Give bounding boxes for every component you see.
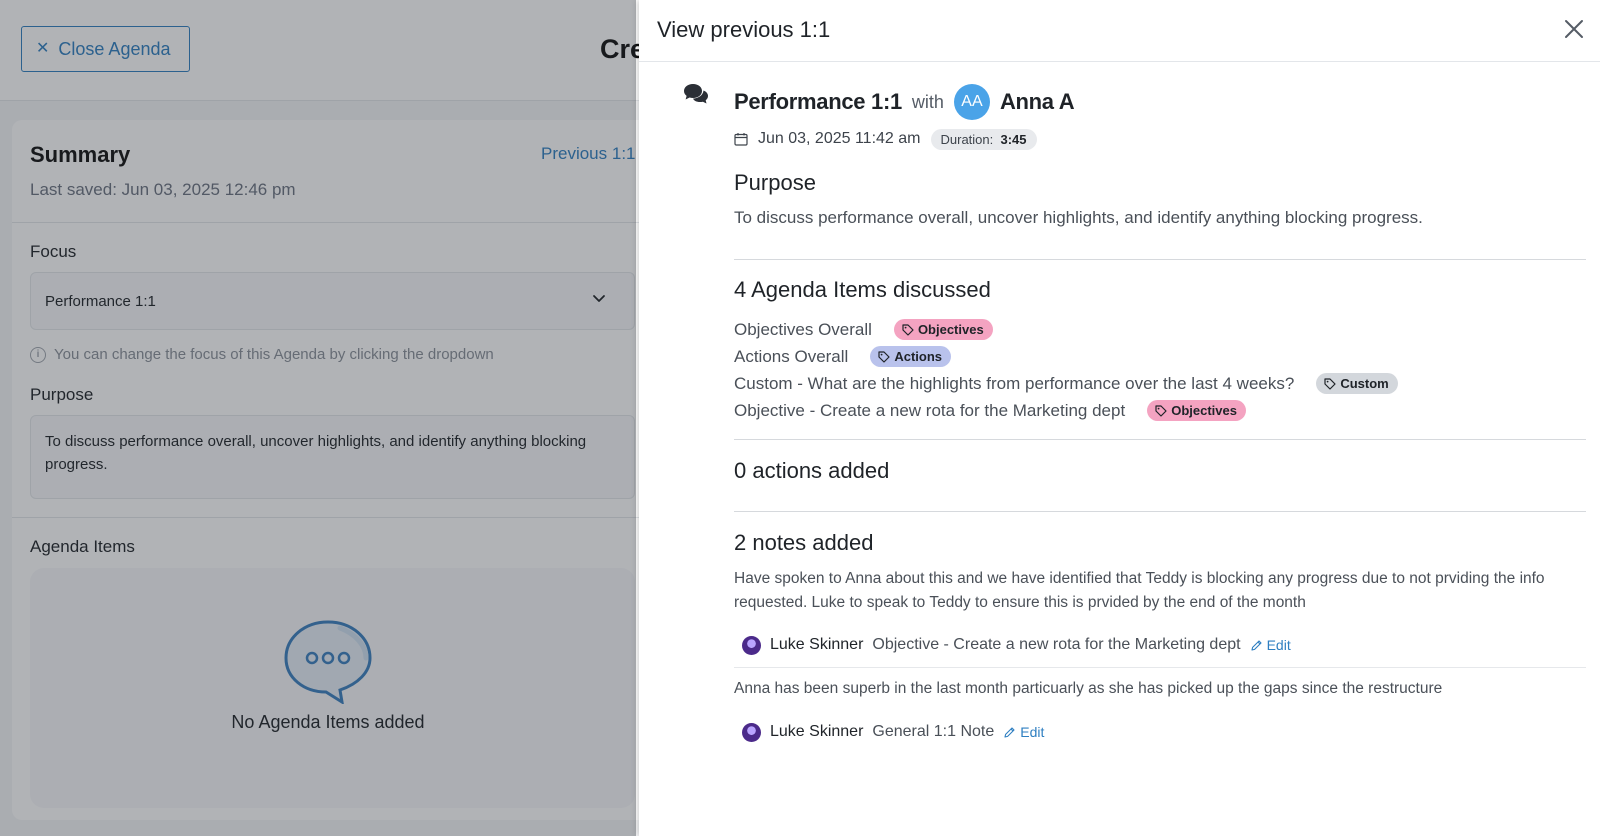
purpose-heading: Purpose	[734, 170, 816, 195]
duration-label: Duration:	[940, 131, 994, 147]
pencil-icon	[1004, 726, 1015, 738]
note-author: Luke Skinner	[770, 636, 864, 653]
pencil-icon	[1251, 639, 1262, 651]
note-author: Luke Skinner	[770, 723, 864, 740]
tag-badge: Objectives	[1147, 400, 1246, 421]
meeting-date: Jun 03, 2025 11:42 am	[758, 130, 921, 147]
agenda-item: Actions Overall Actions	[734, 343, 1398, 370]
note-context: Objective - Create a new rota for the Ma…	[872, 636, 1241, 653]
divider	[734, 511, 1586, 512]
tag-icon	[902, 323, 914, 336]
comments-icon	[684, 84, 708, 104]
edit-note-button[interactable]: Edit	[1250, 637, 1291, 653]
tag-label: Objectives	[1171, 403, 1237, 418]
close-icon[interactable]	[1563, 18, 1585, 40]
attendee-name: Anna A	[999, 89, 1075, 114]
agenda-item: Objectives Overall Objectives	[734, 316, 1398, 343]
tag-badge: Actions	[870, 346, 951, 367]
divider	[734, 259, 1586, 260]
agenda-item: Custom - What are the highlights from pe…	[734, 370, 1398, 397]
edit-note-button[interactable]: Edit	[1003, 724, 1044, 740]
tag-icon	[1324, 377, 1336, 390]
with-label: with	[911, 91, 944, 112]
meeting-name: Performance 1:1	[734, 89, 902, 114]
agenda-item-label: Custom - What are the highlights from pe…	[734, 373, 1295, 393]
edit-label: Edit	[1020, 724, 1045, 740]
panel-header: View previous 1:1	[639, 0, 1600, 62]
duration-badge: Duration: 3:45	[930, 128, 1037, 150]
note-text: Have spoken to Anna about this and we ha…	[734, 570, 1545, 611]
note-context: General 1:1 Note	[872, 723, 995, 740]
panel-title: View previous 1:1	[657, 17, 831, 42]
tag-icon	[878, 350, 890, 363]
agenda-item: Objective - Create a new rota for the Ma…	[734, 397, 1398, 424]
note-text: Anna has been superb in the last month p…	[734, 680, 1443, 697]
tag-label: Objectives	[917, 322, 984, 337]
actions-heading: 0 actions added	[734, 458, 890, 483]
note-meta: Luke Skinner General 1:1 Note Edit	[742, 721, 1044, 743]
avatar	[742, 635, 761, 655]
purpose-text: To discuss performance overall, uncover …	[734, 208, 1423, 227]
agenda-item-label: Actions Overall	[734, 346, 849, 366]
calendar-icon	[734, 133, 748, 146]
avatar	[742, 722, 761, 742]
agenda-item-label: Objective - Create a new rota for the Ma…	[734, 400, 1126, 420]
tag-badge: Custom	[1316, 373, 1398, 394]
notes-heading: 2 notes added	[734, 530, 874, 555]
view-previous-panel: View previous 1:1 Performance 1:1 with A…	[639, 0, 1600, 836]
tag-icon	[1155, 404, 1167, 417]
divider	[734, 667, 1586, 668]
edit-label: Edit	[1266, 637, 1291, 653]
modal-backdrop[interactable]	[0, 0, 636, 836]
agenda-heading: 4 Agenda Items discussed	[734, 277, 991, 302]
meeting-title: Performance 1:1 with AA Anna A	[734, 84, 1075, 120]
duration-value: 3:45	[1000, 131, 1027, 147]
note-meta: Luke Skinner Objective - Create a new ro…	[742, 634, 1291, 656]
meeting-meta: Jun 03, 2025 11:42 am Duration: 3:45	[734, 128, 1037, 150]
tag-badge: Objectives	[893, 319, 993, 340]
agenda-list: Objectives Overall Objectives Actions Ov…	[734, 316, 1398, 424]
divider	[734, 439, 1586, 440]
tag-label: Actions	[894, 349, 942, 364]
avatar: AA	[953, 84, 990, 120]
tag-label: Custom	[1340, 376, 1389, 391]
agenda-item-label: Objectives Overall	[734, 319, 872, 339]
